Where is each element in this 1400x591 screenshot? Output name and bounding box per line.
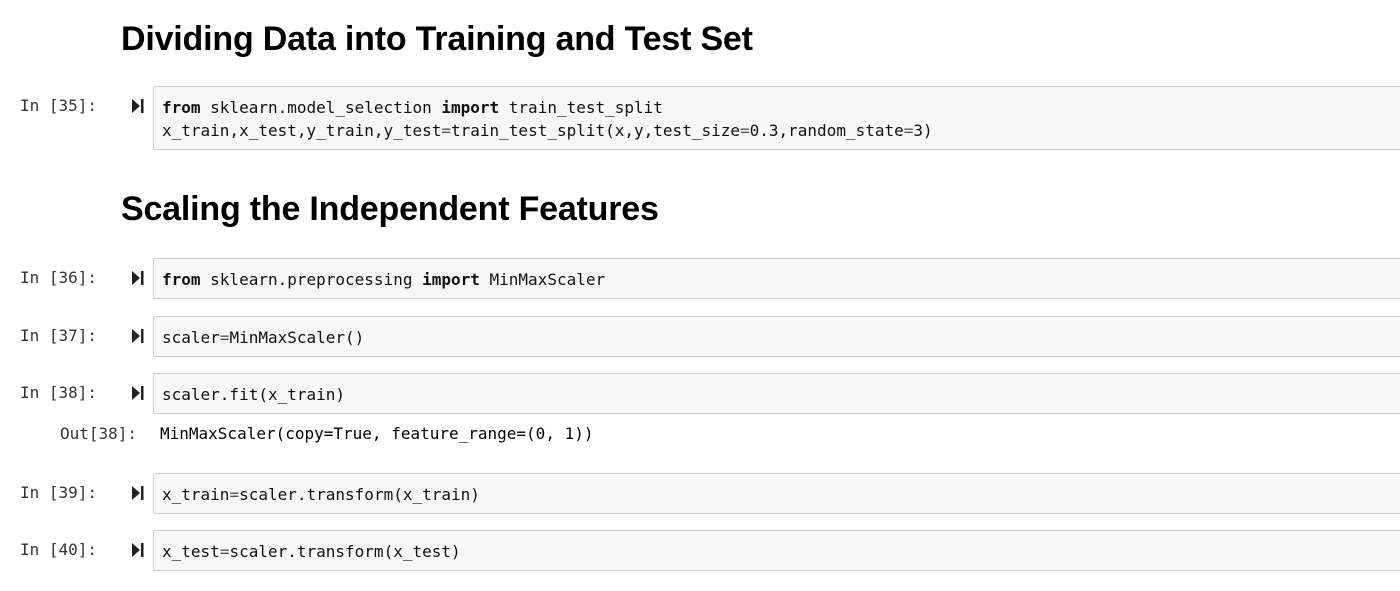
input-prompt: In [37]:: [20, 326, 98, 345]
code-input[interactable]: from sklearn.model_selection import trai…: [153, 86, 1400, 150]
code-token: MinMaxScaler: [479, 270, 606, 289]
output-prompt: Out[38]:: [60, 424, 138, 443]
input-prompt: In [36]:: [20, 268, 98, 287]
code-line: x_train,x_test,y_train,y_test=train_test…: [162, 119, 1395, 142]
code-token: MinMaxScaler(): [229, 328, 365, 347]
code-token: 3): [913, 121, 933, 140]
code-line: x_test=scaler.transform(x_test): [162, 540, 1395, 563]
code-input[interactable]: scaler.fit(x_train): [153, 373, 1400, 414]
code-token: sklearn.model_selection: [200, 98, 442, 117]
run-cell-icon[interactable]: [131, 485, 145, 501]
run-cell-icon[interactable]: [131, 270, 145, 286]
input-prompt: In [38]:: [20, 383, 98, 402]
code-input[interactable]: from sklearn.preprocessing import MinMax…: [153, 258, 1400, 299]
section-heading-scaling: Scaling the Independent Features: [121, 190, 659, 228]
code-token: x_train,x_test,y_train,y_test: [162, 121, 442, 140]
input-prompt: In [40]:: [20, 540, 98, 559]
keyword-token: from: [162, 98, 201, 117]
run-cell-icon[interactable]: [131, 542, 145, 558]
code-token: train_test_split: [499, 98, 663, 117]
code-token: scaler: [162, 328, 220, 347]
code-line: scaler.fit(x_train): [162, 383, 1395, 406]
code-token: x_train: [162, 485, 230, 504]
code-token: x_test: [162, 542, 220, 561]
code-line: from sklearn.preprocessing import MinMax…: [162, 268, 1395, 291]
code-line: from sklearn.model_selection import trai…: [162, 96, 1395, 119]
code-token: =: [219, 542, 230, 561]
code-input[interactable]: x_train=scaler.transform(x_train): [153, 473, 1400, 514]
code-token: =: [903, 121, 914, 140]
code-token: sklearn.preprocessing: [200, 270, 423, 289]
code-input[interactable]: scaler=MinMaxScaler(): [153, 316, 1400, 357]
code-line: scaler=MinMaxScaler(): [162, 326, 1395, 349]
code-token: scaler.transform(x_test): [229, 542, 461, 561]
keyword-token: from: [162, 270, 201, 289]
code-token: scaler.transform(x_train): [239, 485, 480, 504]
cell-output: MinMaxScaler(copy=True, feature_range=(0…: [160, 424, 594, 443]
code-input[interactable]: x_test=scaler.transform(x_test): [153, 530, 1400, 571]
code-line: x_train=scaler.transform(x_train): [162, 483, 1395, 506]
code-token: 0.3,random_state: [749, 121, 904, 140]
code-token: =: [229, 485, 240, 504]
input-prompt: In [35]:: [20, 96, 98, 115]
code-token: =: [739, 121, 750, 140]
code-token: =: [441, 121, 451, 140]
run-cell-icon[interactable]: [131, 328, 145, 344]
keyword-token: import: [422, 270, 480, 289]
code-token: =: [219, 328, 230, 347]
run-cell-icon[interactable]: [131, 98, 145, 114]
code-token: scaler.fit(x_train): [162, 385, 346, 404]
section-heading-split: Dividing Data into Training and Test Set: [121, 20, 753, 58]
input-prompt: In [39]:: [20, 483, 98, 502]
code-token: train_test_split(x,y,test_size: [451, 121, 740, 140]
keyword-token: import: [441, 98, 500, 117]
run-cell-icon[interactable]: [131, 385, 145, 401]
